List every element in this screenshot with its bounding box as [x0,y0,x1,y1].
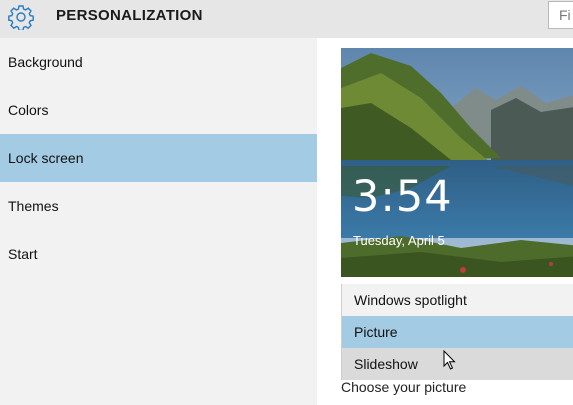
option-label: Picture [354,324,398,340]
sidebar-item-label: Lock screen [8,150,84,166]
app-title: PERSONALIZATION [56,7,203,24]
option-slideshow[interactable]: Slideshow [342,348,573,380]
sidebar-item-label: Start [8,246,38,262]
lock-screen-preview: 3:54 Tuesday, April 5 [341,48,573,277]
sidebar-item-label: Themes [8,198,59,214]
choose-picture-label: Choose your picture [341,379,467,395]
sidebar-item-lock-screen[interactable]: Lock screen [0,134,317,182]
mouse-cursor-icon [443,349,457,371]
option-windows-spotlight[interactable]: Windows spotlight [342,284,573,316]
option-label: Windows spotlight [354,292,467,308]
title-bar: PERSONALIZATION Fi [0,0,573,38]
sidebar: Background Colors Lock screen Themes Sta… [0,38,317,405]
sidebar-item-start[interactable]: Start [0,230,317,278]
sidebar-item-background[interactable]: Background [0,38,317,86]
search-input[interactable]: Fi [548,1,573,29]
sidebar-item-label: Background [8,54,83,70]
sidebar-item-themes[interactable]: Themes [0,182,317,230]
background-dropdown[interactable]: Windows spotlight Picture Slideshow [341,284,573,380]
sidebar-item-label: Colors [8,102,49,118]
option-label: Slideshow [354,356,418,372]
gear-icon [8,4,34,32]
lock-screen-date: Tuesday, April 5 [353,233,445,248]
lock-screen-time: 3:54 [352,172,453,222]
option-picture[interactable]: Picture [342,316,573,348]
sidebar-item-colors[interactable]: Colors [0,86,317,134]
